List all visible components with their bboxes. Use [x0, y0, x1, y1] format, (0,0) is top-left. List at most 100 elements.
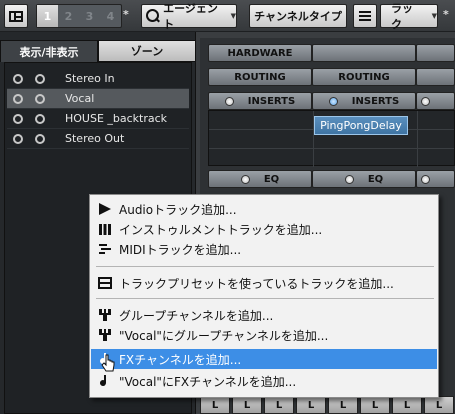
eq-bypass-led[interactable] [344, 174, 354, 184]
eq-label: EQ [367, 173, 384, 185]
zone-toggle[interactable] [35, 73, 45, 84]
menu-item-label: "Vocal"にグループチャンネルを追加... [119, 328, 329, 343]
eq-bypass-led[interactable] [240, 174, 250, 184]
page-2-button[interactable]: 2 [58, 5, 79, 27]
rack-label: ラック [391, 2, 413, 31]
menu-item-add-fx-channel[interactable]: FXチャンネルを追加... [91, 349, 437, 369]
rack-dropdown[interactable]: ラック ▼ [380, 2, 438, 31]
inserts-header[interactable]: INSERTS [312, 92, 416, 110]
layout-icon [9, 10, 23, 22]
track-row[interactable]: HOUSE _backtrack [7, 109, 189, 129]
inserts-label: INSERTS [351, 95, 400, 107]
menu-item-add-instrument-track[interactable]: インストゥルメントトラックを追加... [91, 219, 437, 239]
visibility-toggle[interactable] [13, 93, 23, 104]
channel-type-button[interactable]: チャンネルタイプ [249, 4, 347, 28]
track-row[interactable]: Stereo Out [7, 129, 189, 149]
menu-item-add-group-channel-vocal[interactable]: "Vocal"にグループチャンネルを追加... [91, 325, 437, 345]
eq-row: EQ EQ [208, 170, 455, 188]
hardware-header[interactable] [416, 44, 455, 62]
track-preset-icon [97, 275, 113, 291]
menu-item-add-group-channel[interactable]: グループチャンネルを追加... [91, 305, 437, 325]
zone-toggle[interactable] [35, 93, 45, 104]
search-icon [146, 9, 160, 23]
menu-item-add-midi-track[interactable]: MIDIトラックを追加... [91, 239, 437, 259]
listen-button[interactable]: L [392, 396, 422, 414]
track-name: HOUSE _backtrack [65, 112, 168, 125]
eq-label: EQ [263, 173, 280, 185]
agent-label: エージェント [163, 2, 218, 31]
visibility-toggle[interactable] [13, 133, 23, 144]
page-3-button[interactable]: 3 [79, 5, 100, 27]
rack-menu-button[interactable] [353, 4, 377, 28]
menu-separator [96, 266, 434, 267]
tab-zones[interactable]: ゾーン [98, 40, 196, 62]
routing-header[interactable] [416, 68, 455, 86]
routing-row: ROUTING ROUTING [208, 68, 455, 86]
menu-item-label: インストゥルメントトラックを追加... [119, 222, 323, 237]
inserts-bypass-led[interactable] [224, 96, 234, 106]
track-row[interactable]: Vocal [7, 89, 189, 109]
panel-tabs: 表示/非表示 ゾーン [0, 40, 196, 62]
listen-button[interactable]: L [200, 396, 230, 414]
chevron-down-icon: ▼ [431, 12, 437, 20]
menu-item-label: グループチャンネルを追加... [119, 308, 274, 323]
hardware-header[interactable]: HARDWARE [208, 44, 312, 62]
zone-toggle[interactable] [35, 113, 45, 124]
tab-visibility[interactable]: 表示/非表示 [0, 40, 98, 62]
menu-item-label: "Vocal"にFXチャンネルを追加... [119, 374, 297, 389]
chevron-down-icon: ▼ [230, 12, 236, 20]
menu-item-label: トラックプリセットを使っているトラックを追加... [119, 276, 394, 291]
eq-header[interactable] [416, 170, 455, 188]
visibility-toggle[interactable] [13, 113, 23, 124]
listen-button[interactable]: L [296, 396, 326, 414]
add-track-context-menu: Audioトラック追加... インストゥルメントトラックを追加... MIDIト… [89, 194, 439, 398]
listen-button[interactable]: L [264, 396, 294, 414]
menu-item-label: FXチャンネルを追加... [119, 352, 242, 367]
window-layout-button[interactable] [4, 4, 28, 28]
top-toolbar: 1 2 3 4 * エージェント ▼ チャンネルタイプ ラック ▼ * [0, 0, 455, 32]
rack-modified-indicator: * [443, 8, 449, 21]
page-4-button[interactable]: 4 [100, 5, 121, 27]
page-1-button[interactable]: 1 [37, 5, 58, 27]
group-channel-icon [97, 327, 113, 343]
menu-item-label: Audioトラック追加... [119, 202, 237, 217]
instrument-track-icon [97, 221, 113, 237]
eq-header[interactable]: EQ [312, 170, 416, 188]
inserts-header[interactable]: INSERTS [208, 92, 312, 110]
listen-button[interactable]: L [360, 396, 390, 414]
menu-item-label: MIDIトラックを追加... [119, 242, 242, 257]
insert-slot-pingpongdelay[interactable]: PingPongDelay [314, 116, 408, 135]
menu-item-add-fx-channel-vocal[interactable]: "Vocal"にFXチャンネルを追加... [91, 371, 437, 391]
pages-modified-indicator: * [123, 8, 129, 21]
routing-header[interactable]: ROUTING [312, 68, 416, 86]
eq-header[interactable]: EQ [208, 170, 312, 188]
listen-button[interactable]: L [424, 396, 454, 414]
page-selector: 1 2 3 4 [36, 4, 122, 28]
menu-item-add-audio-track[interactable]: Audioトラック追加... [91, 199, 437, 219]
visibility-toggle[interactable] [13, 73, 23, 84]
inserts-bypass-led[interactable] [328, 96, 338, 106]
routing-header[interactable]: ROUTING [208, 68, 312, 86]
menu-icon [359, 11, 371, 21]
inserts-label: INSERTS [247, 95, 296, 107]
bottom-button-strip: L L L L L L L L [200, 396, 455, 414]
hardware-row: HARDWARE [208, 44, 455, 62]
midi-track-icon [97, 241, 113, 257]
track-row[interactable]: Stereo In [7, 69, 189, 89]
track-name: Stereo Out [65, 132, 125, 145]
menu-item-add-track-from-preset[interactable]: トラックプリセットを使っているトラックを追加... [91, 273, 437, 293]
listen-button[interactable]: L [328, 396, 358, 414]
inserts-row: INSERTS INSERTS [208, 92, 455, 110]
listen-button[interactable]: L [232, 396, 262, 414]
inserts-header[interactable] [416, 92, 455, 110]
zone-toggle[interactable] [35, 133, 45, 144]
fx-channel-icon [97, 373, 113, 389]
hardware-header[interactable] [312, 44, 416, 62]
eq-bypass-led[interactable] [421, 174, 430, 184]
agent-dropdown[interactable]: エージェント ▼ [141, 2, 237, 31]
menu-separator [96, 298, 434, 299]
audio-track-icon [97, 201, 113, 217]
track-name: Stereo In [65, 72, 115, 85]
mouse-cursor-icon [101, 354, 115, 372]
inserts-bypass-led[interactable] [421, 96, 430, 106]
